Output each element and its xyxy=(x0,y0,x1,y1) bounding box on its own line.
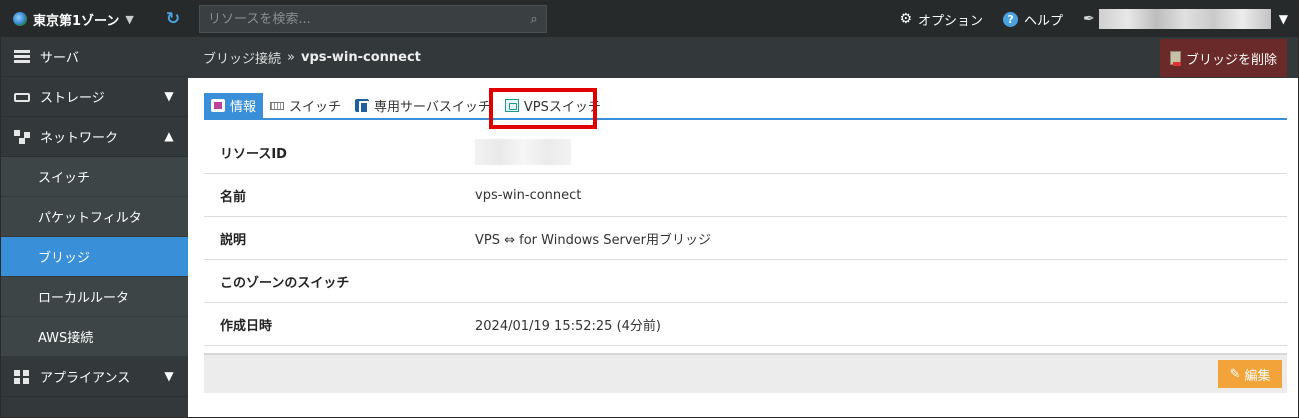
top-bar: 東京第1ゾーン ▼ ↻ ⌕ ⚙ オプション ? ヘルプ ✒ ▼ xyxy=(1,1,1298,37)
sidebar-subitem-aws-connect[interactable]: AWS接続 xyxy=(1,317,188,357)
action-footer: ✎ 編集 xyxy=(204,353,1287,393)
storage-icon xyxy=(14,93,30,102)
zone-switch-label: このゾーンのスイッチ xyxy=(220,275,350,291)
resource-id-value xyxy=(475,139,571,165)
details-table: リソースID 名前 vps-win-connect 説明 VPS ⇔ for W… xyxy=(204,131,1287,346)
chevron-up-icon: ▲ xyxy=(164,129,174,143)
help-icon: ? xyxy=(1003,11,1019,27)
table-row: 作成日時 2024/01/19 15:52:25 (4分前) xyxy=(204,303,1287,346)
zone-label: 東京第1ゾーン xyxy=(33,13,120,29)
search-input[interactable] xyxy=(200,11,522,27)
description-value: VPS ⇔ for Windows Server用ブリッジ xyxy=(475,232,711,248)
breadcrumb: ブリッジ接続 » vps-win-connect xyxy=(203,37,421,78)
search-icon[interactable]: ⌕ xyxy=(522,12,546,27)
tab-dedicated-server-switch[interactable]: 専用サーバスイッチ xyxy=(348,93,498,118)
breadcrumb-separator: » xyxy=(287,50,295,65)
delete-bridge-label: ブリッジを削除 xyxy=(1185,51,1277,67)
apps-icon xyxy=(14,369,30,384)
breadcrumb-parent[interactable]: ブリッジ接続 xyxy=(203,48,281,67)
tab-bar: 情報 スイッチ 専用サーバスイッチ VPSスイッチ xyxy=(204,93,1287,120)
sidebar-item-network[interactable]: ネットワーク ▲ xyxy=(1,117,188,157)
switch-icon xyxy=(270,101,285,110)
sidebar-item-appliance[interactable]: アプライアンス ▼ xyxy=(1,357,188,397)
edit-button[interactable]: ✎ 編集 xyxy=(1218,360,1282,388)
resource-id-masked xyxy=(475,139,571,165)
sidebar-item-label: ネットワーク xyxy=(40,131,119,146)
tab-info[interactable]: 情報 xyxy=(204,93,264,118)
sidebar-subitem-packet-filter[interactable]: パケットフィルタ xyxy=(1,197,188,237)
sidebar-subitem-switch[interactable]: スイッチ xyxy=(1,157,188,197)
table-row: リソースID xyxy=(204,131,1287,174)
user-name-masked xyxy=(1098,9,1271,29)
caret-down-icon: ▼ xyxy=(125,12,134,26)
name-value: vps-win-connect xyxy=(475,187,582,203)
table-row: このゾーンのスイッチ xyxy=(204,260,1287,303)
help-menu[interactable]: ? ヘルプ xyxy=(1003,10,1063,29)
main-header: ブリッジ接続 » vps-win-connect ブリッジを削除 xyxy=(188,37,1298,78)
server-icon xyxy=(14,49,30,64)
refresh-icon[interactable]: ↻ xyxy=(163,9,183,29)
table-row: 説明 VPS ⇔ for Windows Server用ブリッジ xyxy=(204,217,1287,260)
highlight-box xyxy=(489,88,597,129)
sidebar-item-label: ストレージ xyxy=(40,91,105,106)
tab-label: 専用サーバスイッチ xyxy=(374,100,491,115)
zone-selector[interactable]: 東京第1ゾーン ▼ xyxy=(13,1,134,37)
sidebar-subitem-local-router[interactable]: ローカルルータ xyxy=(1,277,188,317)
page-title: vps-win-connect xyxy=(300,50,421,65)
tab-switch[interactable]: スイッチ xyxy=(263,93,348,118)
tab-label: スイッチ xyxy=(289,100,342,115)
search-box: ⌕ xyxy=(199,5,547,33)
info-icon xyxy=(211,99,225,112)
chevron-down-icon: ▼ xyxy=(164,369,174,383)
pencil-icon: ✎ xyxy=(1229,366,1241,381)
help-label: ヘルプ xyxy=(1024,13,1064,29)
globe-icon xyxy=(13,12,27,26)
resource-id-label: リソースID xyxy=(220,146,287,162)
app-frame: 東京第1ゾーン ▼ ↻ ⌕ ⚙ オプション ? ヘルプ ✒ ▼ xyxy=(0,0,1299,418)
created-label: 作成日時 xyxy=(220,318,273,334)
gear-icon: ⚙ xyxy=(899,11,912,27)
description-label: 説明 xyxy=(220,232,247,248)
caret-down-icon: ▼ xyxy=(1278,12,1288,26)
user-menu[interactable]: ✒ ▼ xyxy=(1083,9,1288,29)
options-menu[interactable]: ⚙ オプション xyxy=(899,10,983,29)
sidebar-subitem-bridge[interactable]: ブリッジ xyxy=(1,237,188,277)
delete-icon xyxy=(1169,51,1181,66)
name-label: 名前 xyxy=(220,189,247,205)
feather-icon: ✒ xyxy=(1083,11,1095,27)
edit-label: 編集 xyxy=(1244,367,1271,383)
options-label: オプション xyxy=(918,13,984,29)
sidebar: サーバ ストレージ ▼ ネットワーク ▲ スイッチ パケットフィルタ ブリッジ … xyxy=(1,37,188,417)
sidebar-item-storage[interactable]: ストレージ ▼ xyxy=(1,77,188,117)
sidebar-item-label: アプライアンス xyxy=(40,371,131,386)
delete-bridge-button[interactable]: ブリッジを削除 xyxy=(1159,39,1287,77)
chevron-down-icon: ▼ xyxy=(164,89,174,103)
network-icon xyxy=(14,129,30,144)
tab-label: 情報 xyxy=(230,100,257,115)
table-row: 名前 vps-win-connect xyxy=(204,174,1287,217)
top-right-menu: ⚙ オプション ? ヘルプ ✒ ▼ xyxy=(899,1,1298,37)
sidebar-item-server[interactable]: サーバ xyxy=(1,37,188,77)
created-value: 2024/01/19 15:52:25 (4分前) xyxy=(475,318,661,334)
dedicated-server-icon xyxy=(355,99,370,114)
sidebar-item-label: サーバ xyxy=(40,51,79,66)
